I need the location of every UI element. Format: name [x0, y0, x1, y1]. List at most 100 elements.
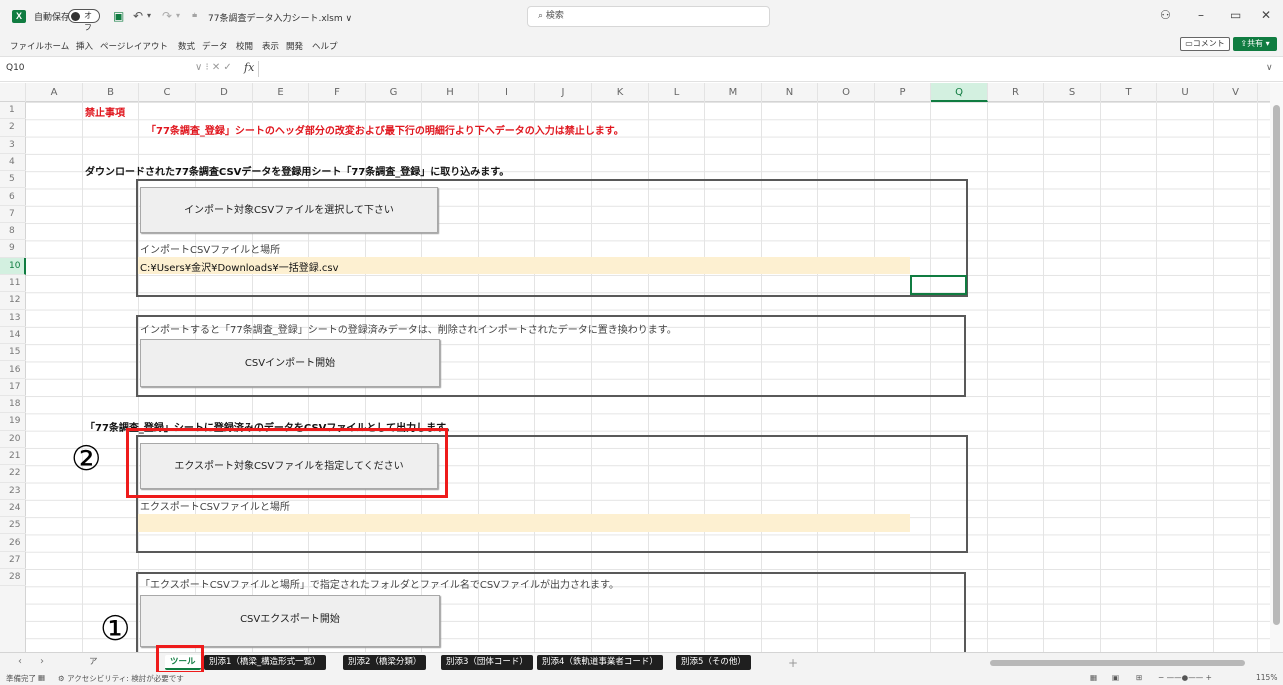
search-box[interactable]: ⌕ 検索: [527, 6, 770, 27]
column-header-o[interactable]: O: [818, 83, 875, 102]
close-icon[interactable]: ✕: [1261, 8, 1271, 22]
menu-file[interactable]: ファイル: [10, 40, 44, 52]
column-header-j[interactable]: J: [535, 83, 592, 102]
export-start-button[interactable]: CSVエクスポート開始: [140, 595, 440, 647]
column-header-m[interactable]: M: [705, 83, 762, 102]
column-header-t[interactable]: T: [1101, 83, 1157, 102]
autosave-toggle[interactable]: オフ: [68, 9, 100, 32]
row-header-18[interactable]: 18: [0, 396, 26, 414]
worksheet-grid[interactable]: 禁止事項 「77条調査_登録」シートのヘッダ部分の改変および最下行の明細行より下…: [26, 102, 1270, 652]
column-header-q[interactable]: Q: [931, 83, 988, 102]
row-header-8[interactable]: 8: [0, 223, 26, 241]
tab-scroll-right-icon[interactable]: ›: [40, 656, 44, 667]
zoom-level[interactable]: 115%: [1256, 673, 1277, 682]
column-header-e[interactable]: E: [253, 83, 309, 102]
save-icon[interactable]: ▣: [113, 9, 124, 23]
horizontal-scrollbar[interactable]: [990, 660, 1245, 666]
column-header-p[interactable]: P: [875, 83, 931, 102]
column-header-n[interactable]: N: [762, 83, 818, 102]
row-header-16[interactable]: 16: [0, 362, 26, 379]
selected-cell-q10[interactable]: [910, 275, 967, 295]
file-name[interactable]: 77条調査データ入力シート.xlsm ∨: [208, 11, 352, 24]
column-header-r[interactable]: R: [988, 83, 1044, 102]
undo-dropdown-icon[interactable]: ▾: [147, 9, 151, 23]
row-header-21[interactable]: 21: [0, 448, 26, 466]
add-sheet-icon[interactable]: +: [788, 656, 798, 670]
row-header-23[interactable]: 23: [0, 483, 26, 500]
vertical-scrollbar[interactable]: [1270, 83, 1283, 652]
import-start-button[interactable]: CSVインポート開始: [140, 339, 440, 387]
column-header-c[interactable]: C: [139, 83, 196, 102]
column-header-i[interactable]: I: [479, 83, 535, 102]
sheet-tab-annex-2[interactable]: 別添2（橋梁分類）: [343, 655, 427, 670]
row-header-6[interactable]: 6: [0, 189, 26, 206]
export-path-field[interactable]: [138, 514, 910, 532]
column-header-s[interactable]: S: [1044, 83, 1101, 102]
menu-formulas[interactable]: 数式: [178, 40, 195, 52]
undo-icon[interactable]: ↶: [133, 9, 143, 23]
select-all-corner[interactable]: [0, 83, 26, 102]
row-header-11[interactable]: 11: [0, 275, 26, 293]
row-header-17[interactable]: 17: [0, 379, 26, 397]
row-header-15[interactable]: 15: [0, 344, 26, 362]
menu-help[interactable]: ヘルプ: [312, 40, 338, 52]
sheet-tab-annex-1[interactable]: 別添1（橋梁_構造形式一覧）: [204, 655, 326, 670]
sheet-tab-annex-4[interactable]: 別添4（鉄軌道事業者コード）: [537, 655, 663, 670]
share-button[interactable]: ⇪共有 ▾: [1233, 37, 1277, 51]
column-header-b[interactable]: B: [83, 83, 139, 102]
row-header-27[interactable]: 27: [0, 552, 26, 570]
name-box[interactable]: Q10: [6, 63, 25, 73]
menu-insert[interactable]: 挿入: [76, 40, 93, 52]
menu-page-layout[interactable]: ページレイアウト: [100, 40, 168, 52]
menu-review[interactable]: 校閲: [236, 40, 253, 52]
menu-data[interactable]: データ: [202, 40, 228, 52]
normal-view-icon[interactable]: ▦: [1090, 673, 1097, 682]
column-header-a[interactable]: A: [26, 83, 83, 102]
row-header-9[interactable]: 9: [0, 240, 26, 258]
comment-button[interactable]: ▭コメント: [1180, 37, 1230, 51]
column-header-k[interactable]: K: [592, 83, 649, 102]
row-header-13[interactable]: 13: [0, 310, 26, 327]
restore-icon[interactable]: ▭: [1230, 8, 1241, 22]
row-header-26[interactable]: 26: [0, 535, 26, 552]
insert-function-icon[interactable]: fx: [244, 61, 254, 74]
row-header-22[interactable]: 22: [0, 465, 26, 483]
macro-icon[interactable]: ▦: [38, 673, 45, 682]
sheet-tab-annex-3[interactable]: 別添3（団体コード）: [441, 655, 533, 670]
column-header-d[interactable]: D: [196, 83, 253, 102]
column-header-h[interactable]: H: [422, 83, 479, 102]
row-header-20[interactable]: 20: [0, 431, 26, 448]
column-header-f[interactable]: F: [309, 83, 366, 102]
vertical-scroll-thumb[interactable]: [1273, 105, 1280, 625]
formula-controls[interactable]: ∨ ⁝ ✕ ✓: [195, 62, 232, 73]
column-header-l[interactable]: L: [649, 83, 705, 102]
row-header-19[interactable]: 19: [0, 413, 26, 431]
customize-toolbar-icon[interactable]: ⩧: [192, 9, 197, 23]
row-header-1[interactable]: 1: [0, 102, 26, 120]
column-header-v[interactable]: V: [1214, 83, 1258, 102]
menu-home[interactable]: ホーム: [44, 40, 69, 52]
row-header-12[interactable]: 12: [0, 292, 26, 310]
row-header-7[interactable]: 7: [0, 206, 26, 224]
sheet-tab-annex-5[interactable]: 別添5（その他）: [676, 655, 751, 670]
row-header-10[interactable]: 10: [0, 257, 26, 275]
menu-view[interactable]: 表示: [262, 40, 279, 52]
row-header-25[interactable]: 25: [0, 517, 26, 535]
page-layout-view-icon[interactable]: ▣: [1112, 673, 1119, 682]
menu-developer[interactable]: 開発: [286, 40, 303, 52]
accessibility-status[interactable]: ⚙ アクセシビリティ: 検討が必要です: [58, 673, 184, 684]
column-header-u[interactable]: U: [1157, 83, 1214, 102]
column-header-g[interactable]: G: [366, 83, 422, 102]
tab-scroll-left-icon[interactable]: ‹: [18, 656, 22, 667]
row-header-3[interactable]: 3: [0, 137, 26, 154]
row-header-2[interactable]: 2: [0, 119, 26, 137]
row-header-24[interactable]: 24: [0, 500, 26, 518]
row-header-14[interactable]: 14: [0, 327, 26, 345]
redo-icon[interactable]: ↷: [162, 9, 172, 23]
row-header-28[interactable]: 28: [0, 569, 26, 587]
minimize-icon[interactable]: –: [1198, 8, 1204, 22]
zoom-slider[interactable]: − ——●—— +: [1158, 673, 1212, 682]
import-select-button[interactable]: インポート対象CSVファイルを選択して下さい: [140, 187, 438, 233]
expand-formula-bar-icon[interactable]: ∨: [1266, 63, 1273, 73]
account-icon[interactable]: ⚇: [1160, 8, 1171, 22]
